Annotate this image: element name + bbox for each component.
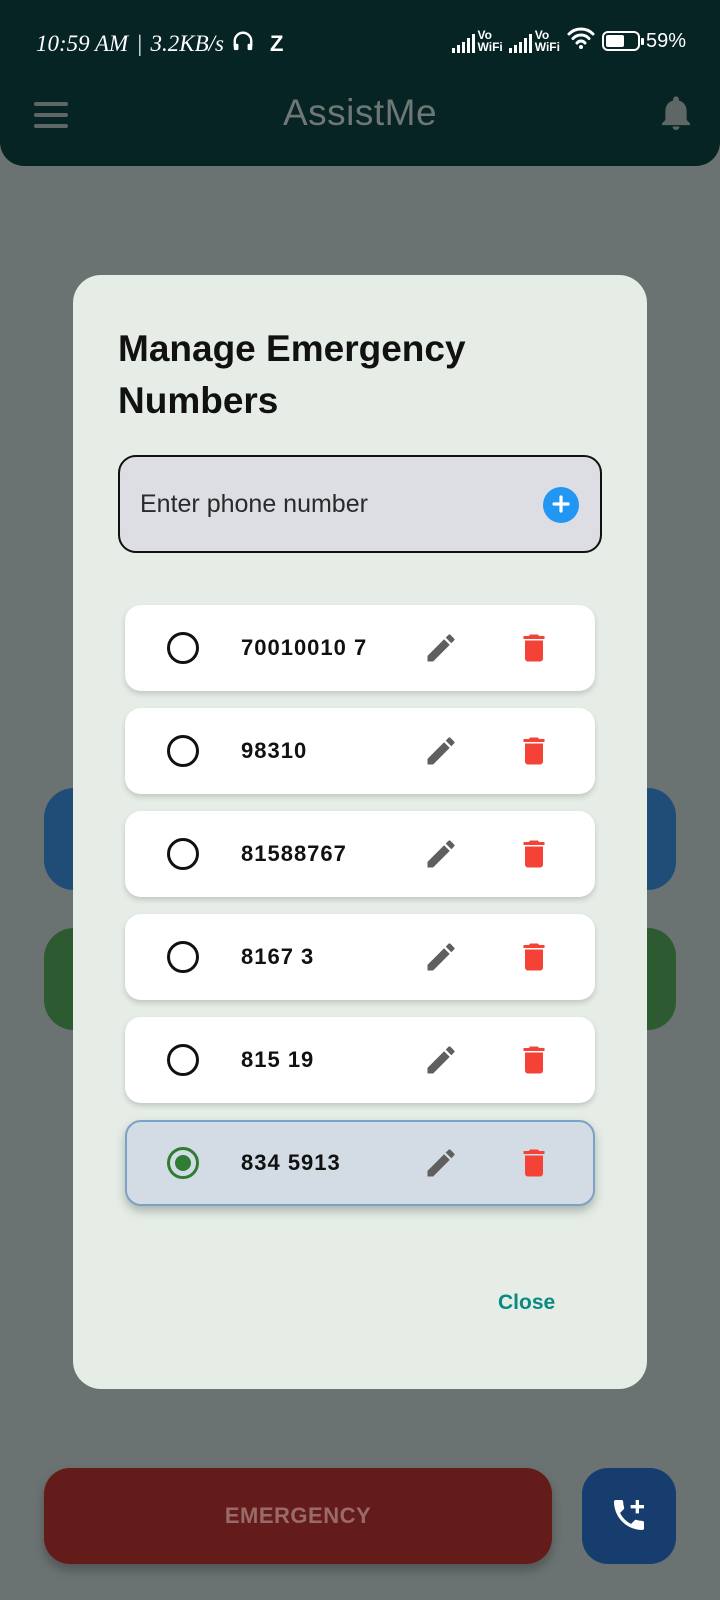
emergency-button[interactable]: EMERGENCY	[44, 1468, 552, 1564]
signal-vowifi-1: Vo WiFi	[451, 29, 503, 54]
emergency-number-item[interactable]: 70010010 7	[125, 605, 595, 691]
top-app-bar: 10:59 AM | 3.2KB/s Z Vo WiFi Vo WiFi 59%…	[0, 0, 720, 166]
app-title: AssistMe	[282, 92, 438, 133]
edit-icon[interactable]	[423, 733, 459, 769]
battery-percent: 59%	[645, 29, 686, 52]
select-radio[interactable]	[167, 838, 199, 870]
headphones-icon	[232, 30, 254, 58]
emergency-number-item[interactable]: 834 5913	[125, 1120, 595, 1206]
phone-number-input[interactable]	[140, 457, 520, 551]
edit-icon[interactable]	[423, 630, 459, 666]
phone-input-container	[118, 455, 602, 553]
delete-icon[interactable]	[516, 836, 552, 872]
emergency-number-item[interactable]: 815 19	[125, 1017, 595, 1103]
select-radio[interactable]	[167, 735, 199, 767]
manage-numbers-dialog: Manage Emergency Numbers 70010010 7 9831…	[73, 275, 647, 1389]
emergency-number-item[interactable]: 8167 3	[125, 914, 595, 1000]
phone-number-text: 81588767	[241, 841, 347, 866]
delete-icon[interactable]	[516, 939, 552, 975]
plus-circle-icon	[551, 494, 571, 517]
status-network-speed: 3.2KB/s	[150, 31, 225, 56]
edit-icon[interactable]	[423, 836, 459, 872]
phone-number-text: 98310	[241, 738, 308, 763]
emergency-number-item[interactable]: 98310	[125, 708, 595, 794]
status-time: 10:59 AM	[36, 31, 129, 56]
add-call-button[interactable]	[582, 1468, 676, 1564]
delete-icon[interactable]	[516, 1042, 552, 1078]
bell-icon[interactable]	[660, 96, 692, 137]
vowifi-label-bottom: WiFi	[477, 40, 503, 54]
signal-bars-icon	[508, 31, 532, 53]
add-number-button[interactable]	[543, 487, 579, 523]
status-bar: 10:59 AM | 3.2KB/s Z Vo WiFi Vo WiFi 59%	[0, 0, 720, 86]
delete-icon[interactable]	[516, 1145, 552, 1181]
select-radio[interactable]	[167, 1147, 199, 1179]
phone-number-text: 8167 3	[241, 944, 315, 969]
delete-icon[interactable]	[516, 630, 552, 666]
edit-icon[interactable]	[423, 1042, 459, 1078]
phone-number-text: 70010010 7	[241, 635, 368, 660]
close-button[interactable]: Close	[498, 1291, 555, 1315]
edit-icon[interactable]	[423, 939, 459, 975]
dialog-title: Manage Emergency Numbers	[118, 328, 466, 421]
select-radio[interactable]	[167, 1044, 199, 1076]
status-app-indicator: Z	[270, 31, 284, 56]
vowifi-label-bottom: WiFi	[534, 40, 560, 54]
emergency-number-list: 70010010 7 98310 81588767 8167 3 815 19 …	[125, 605, 595, 1223]
phone-number-text: 815 19	[241, 1047, 315, 1072]
battery-indicator: 59%	[601, 29, 686, 53]
delete-icon[interactable]	[516, 733, 552, 769]
wifi-icon	[566, 26, 596, 56]
signal-bars-icon	[451, 31, 475, 53]
edit-icon[interactable]	[423, 1145, 459, 1181]
signal-vowifi-2: Vo WiFi	[508, 29, 560, 54]
status-separator: |	[136, 31, 143, 56]
emergency-number-item[interactable]: 81588767	[125, 811, 595, 897]
phone-add-icon	[609, 1495, 649, 1538]
select-radio[interactable]	[167, 941, 199, 973]
battery-icon	[601, 31, 644, 51]
phone-number-text: 834 5913	[241, 1150, 341, 1175]
select-radio[interactable]	[167, 632, 199, 664]
